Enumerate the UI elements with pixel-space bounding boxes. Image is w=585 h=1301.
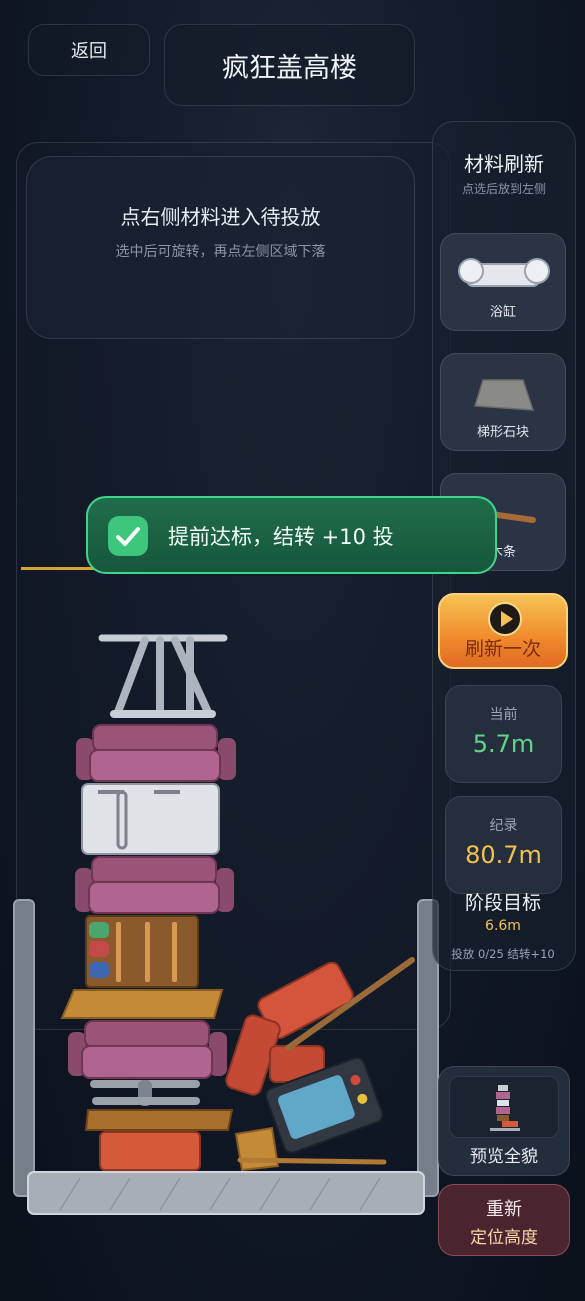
material-panel-subtitle: 点选后放到左侧	[461, 182, 546, 196]
relocate-label-line1: 重新	[486, 1199, 522, 1220]
current-height-card: 当前 5.7m	[445, 685, 562, 783]
metal-stand	[98, 634, 228, 718]
preview-thumbnail	[449, 1076, 559, 1138]
plank-block	[60, 989, 224, 1019]
record-height-card: 纪录 80.7m	[445, 796, 562, 894]
success-toast: 提前达标，结转 +10 投	[86, 496, 497, 574]
cabinet-block	[85, 915, 199, 988]
lower-plank	[84, 1109, 234, 1131]
material-bathtub-label: 浴缸	[489, 305, 516, 320]
record-height-label: 纪录	[489, 818, 518, 834]
bathtub-icon	[458, 258, 550, 287]
toast-message: 提前达标，结转 +10 投	[168, 525, 394, 549]
sofa-block-3	[68, 1020, 227, 1079]
drop-counter: 投放 0/25 结转+10	[451, 947, 555, 961]
material-trapezoid-stone-label: 梯形石块	[476, 425, 529, 440]
stage-goal-title: 阶段目标	[464, 892, 541, 914]
stage-goal-value: 6.6m	[485, 918, 521, 934]
relocate-height-button[interactable]: 重新 定位高度	[438, 1184, 570, 1256]
current-height-label: 当前	[489, 707, 518, 723]
play-icon	[488, 602, 522, 636]
material-panel-title: 材料刷新	[464, 152, 544, 176]
preview-button[interactable]: 预览全貌	[438, 1066, 570, 1176]
floor-slab	[27, 1171, 425, 1215]
left-wall	[13, 899, 35, 1197]
sofa-block-2	[75, 856, 234, 914]
trapezoid-stone-icon	[474, 379, 535, 411]
relocate-label-line2: 定位高度	[470, 1228, 538, 1248]
metal-bars	[90, 1080, 200, 1106]
refresh-label: 刷新一次	[464, 638, 541, 660]
sofa-block-1	[76, 724, 236, 782]
current-height-value: 5.7m	[472, 730, 535, 758]
material-bathtub[interactable]: 浴缸	[440, 233, 566, 331]
bottom-crate	[99, 1131, 201, 1171]
material-trapezoid-stone[interactable]: 梯形石块	[440, 353, 566, 451]
tower-thumbnail-icon	[490, 1085, 520, 1131]
check-icon	[108, 516, 148, 556]
refresh-button[interactable]: 刷新一次	[438, 593, 568, 669]
record-height-value: 80.7m	[465, 841, 542, 869]
fridge-block	[81, 783, 220, 855]
preview-label: 预览全貌	[470, 1147, 538, 1167]
